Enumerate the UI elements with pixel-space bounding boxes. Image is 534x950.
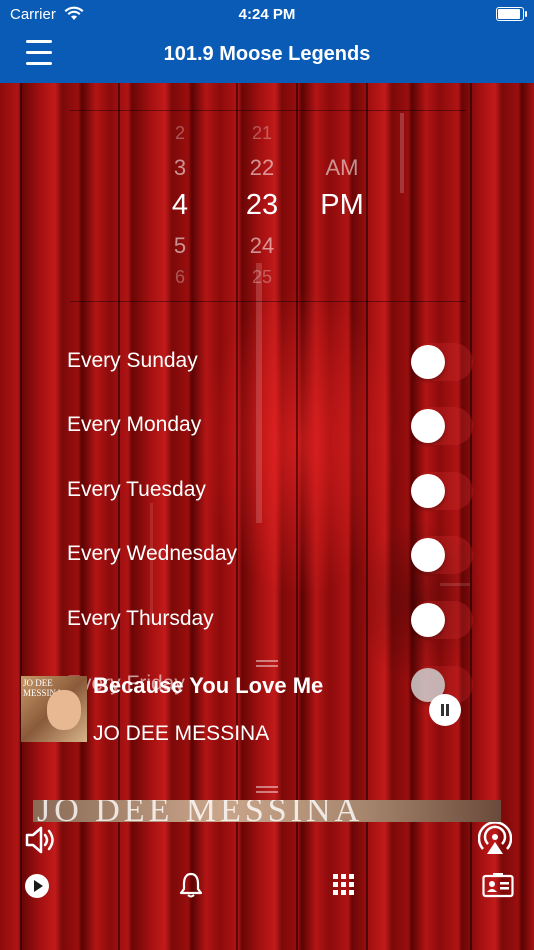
banner-text: JO DEE MESSINA: [37, 800, 364, 822]
airplay-icon[interactable]: [478, 822, 512, 856]
pause-button[interactable]: [429, 694, 461, 726]
picker-option[interactable]: 25: [212, 267, 312, 288]
status-time: 4:24 PM: [238, 6, 296, 23]
speaker-icon[interactable]: [24, 824, 56, 856]
nav-bar: 101.9 Moose Legends: [0, 30, 534, 83]
bell-icon[interactable]: [179, 872, 203, 898]
track-title: Because You Love Me: [93, 673, 324, 698]
artist-banner: JO DEE MESSINA: [33, 800, 501, 822]
day-label: Every Thursday: [67, 607, 214, 630]
play-icon[interactable]: [24, 873, 50, 899]
grid-icon[interactable]: [333, 874, 355, 896]
day-row-wednesday: Every Wednesday: [67, 534, 477, 574]
picker-selected-ampm[interactable]: PM: [292, 189, 392, 222]
drag-handle[interactable]: [256, 660, 278, 668]
time-picker[interactable]: 2 3 4 5 6 21 22 23 24 25 AM PM: [70, 110, 466, 302]
page-title: 101.9 Moose Legends: [163, 43, 371, 65]
drag-handle-lower[interactable]: [256, 786, 278, 794]
track-artist: JO DEE MESSINA: [93, 722, 270, 745]
day-row-monday: Every Monday: [67, 405, 477, 445]
day-label: Every Wednesday: [67, 542, 238, 565]
album-art: JO DEE MESSINA: [21, 676, 87, 742]
picker-option[interactable]: 24: [212, 233, 312, 259]
toggle-thursday[interactable]: [411, 601, 473, 639]
day-label: Every Sunday: [67, 349, 198, 372]
contact-card-icon[interactable]: [482, 872, 514, 898]
day-label: Every Tuesday: [67, 478, 206, 501]
battery-icon: [496, 7, 527, 21]
day-row-tuesday: Every Tuesday: [67, 470, 477, 510]
picker-option[interactable]: 21: [212, 123, 312, 144]
day-row-thursday: Every Thursday: [67, 599, 477, 639]
toggle-monday[interactable]: [411, 407, 473, 445]
toggle-wednesday[interactable]: [411, 536, 473, 574]
toggle-sunday[interactable]: [411, 343, 473, 381]
status-bar: Carrier 4:24 PM: [0, 0, 534, 30]
picker-option[interactable]: AM: [292, 155, 392, 181]
day-row-sunday: Every Sunday: [67, 341, 477, 381]
toggle-tuesday[interactable]: [411, 472, 473, 510]
day-label: Every Monday: [67, 413, 202, 436]
